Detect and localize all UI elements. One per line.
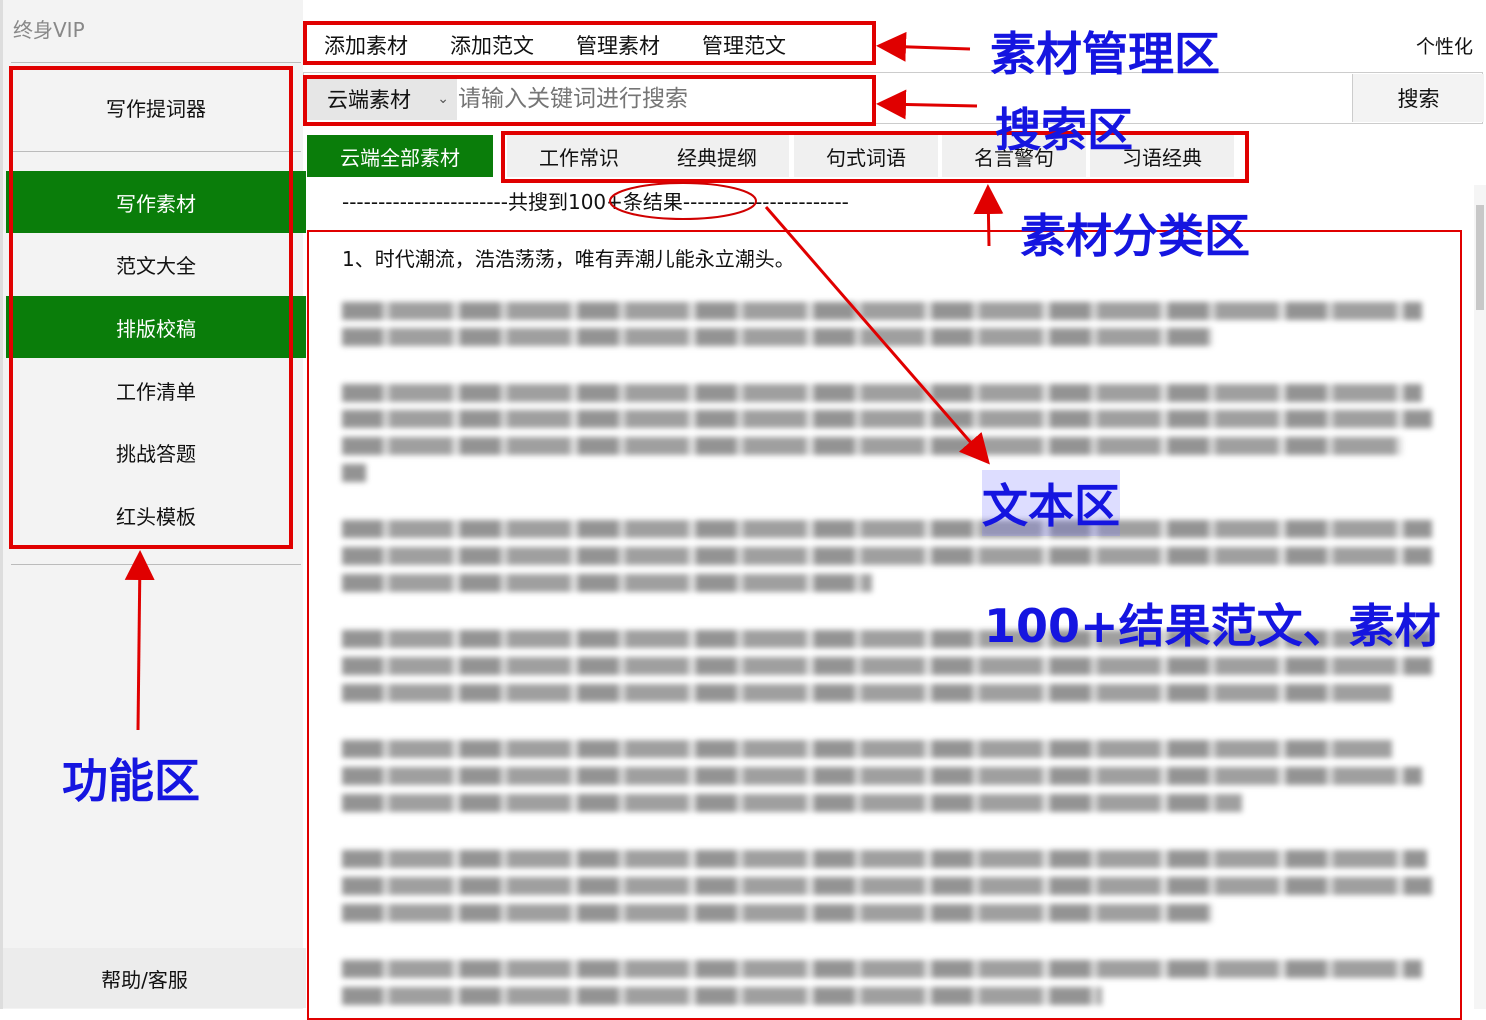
annotation-function-area: 功能区 [62, 745, 200, 811]
annotation-arrows [0, 0, 1486, 1009]
annotation-category-area: 素材分类区 [1020, 200, 1250, 266]
annotation-search-area: 搜索区 [995, 94, 1133, 160]
annotation-text-area: 文本区 [982, 470, 1120, 536]
annotation-material-area: 素材管理区 [990, 18, 1220, 84]
annotation-results: 100+结果范文、素材 [984, 590, 1441, 656]
